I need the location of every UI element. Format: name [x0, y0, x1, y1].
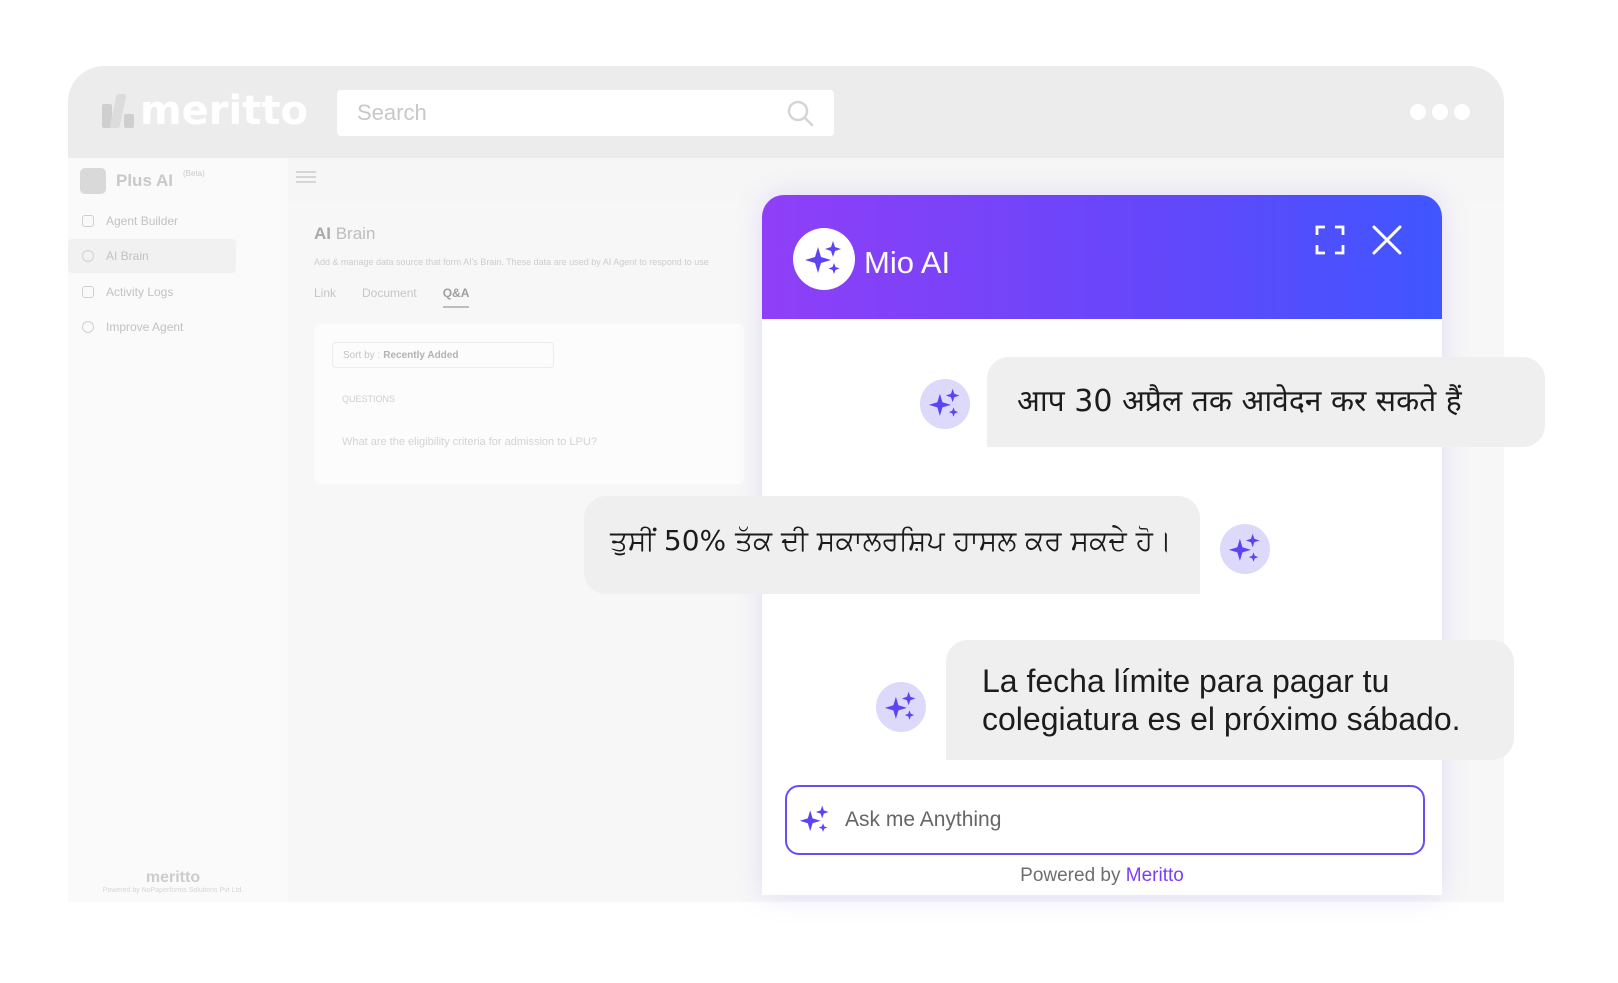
tab-document[interactable]: Document	[362, 286, 417, 308]
sidebar-footer: meritto Powered by NoPaperforms Solution…	[88, 869, 258, 894]
sparkle-icon	[1228, 533, 1260, 562]
chat-message: ਤੁਸੀਂ 50% ਤੱਕ ਦੀ ਸਕਾਲਰਸ਼ਿਪ ਹਾਸਲ ਕਰ ਸਕਦੇ …	[584, 496, 1200, 594]
page-title: AI Brain	[314, 224, 376, 243]
chat-title: Mio AI	[864, 245, 951, 280]
sidebar-item-ai-brain[interactable]: AI Brain	[68, 239, 236, 273]
sparkle-icon	[805, 241, 841, 274]
message-text: आप 30 अप्रैल तक आवेदन कर सकते हैं	[1017, 384, 1462, 419]
question-item[interactable]: What are the eligibility criteria for ad…	[342, 436, 597, 448]
chat-input-placeholder: Ask me Anything	[845, 808, 1002, 831]
search-input[interactable]: Search	[337, 90, 834, 136]
powered-brand-link[interactable]: Meritto	[1126, 865, 1184, 886]
tab-qa[interactable]: Q&A	[442, 286, 470, 308]
expand-icon[interactable]	[1313, 223, 1347, 257]
sidebar-header: Plus AI (Beta)	[80, 168, 205, 194]
powered-by: Powered by Meritto	[762, 865, 1442, 887]
globe-icon	[82, 250, 94, 262]
powered-prefix: Powered by	[1020, 865, 1126, 886]
sidebar-item-label: Improve Agent	[106, 320, 184, 334]
message-text: La fecha límite para pagar tu colegiatur…	[982, 663, 1461, 737]
more-dots-icon[interactable]	[1410, 104, 1470, 120]
bot-avatar	[920, 379, 970, 429]
sidebar-item-label: Activity Logs	[106, 285, 174, 299]
close-icon[interactable]	[1370, 223, 1404, 257]
chat-message: La fecha límite para pagar tu colegiatur…	[946, 640, 1514, 760]
sidebar-item-label: AI Brain	[106, 249, 149, 263]
sidebar-item-improve-agent[interactable]: Improve Agent	[68, 310, 236, 344]
source-tabs: Link Document Q&A	[314, 286, 470, 308]
sort-dropdown[interactable]: Sort by : Recently Added	[332, 342, 554, 368]
beta-badge: (Beta)	[183, 168, 205, 178]
log-icon	[82, 286, 94, 298]
message-text: ਤੁਸੀਂ 50% ਤੱਕ ਦੀ ਸਕਾਲਰਸ਼ਿਪ ਹਾਸਲ ਕਰ ਸਕਦੇ …	[610, 524, 1172, 557]
chat-input[interactable]: Ask me Anything	[785, 785, 1425, 855]
hamburger-icon[interactable]	[296, 168, 316, 186]
bot-avatar	[1220, 524, 1270, 574]
mio-ai-avatar	[793, 228, 855, 290]
sidebar-title: Plus AI	[116, 171, 173, 190]
meritto-logo: meritto	[102, 88, 308, 134]
search-icon[interactable]	[786, 99, 814, 127]
plus-ai-icon	[80, 168, 106, 194]
meritto-logo-text: meritto	[140, 88, 308, 134]
footer-text: Powered by NoPaperforms Solutions Pvt Lt…	[102, 887, 244, 894]
bot-avatar	[876, 682, 926, 732]
brain-icon	[82, 321, 94, 333]
questions-header: QUESTIONS	[342, 394, 396, 404]
browser-top-bar: meritto Search	[68, 66, 1504, 158]
sort-prefix: Sort by :	[343, 349, 381, 361]
sidebar-item-agent-builder[interactable]: Agent Builder	[68, 204, 236, 238]
meritto-logo-mark	[102, 94, 136, 128]
qa-card: Sort by : Recently Added QUESTIONS What …	[314, 324, 744, 484]
footer-logo: meritto	[145, 869, 201, 886]
sidebar: Plus AI (Beta) Agent Builder AI Brain Ac…	[68, 158, 288, 902]
search-placeholder: Search	[357, 100, 427, 125]
sparkle-icon	[799, 805, 829, 832]
sparkle-icon	[884, 691, 916, 720]
sparkle-icon	[928, 388, 960, 417]
sidebar-item-label: Agent Builder	[106, 214, 179, 228]
grid-icon	[82, 215, 94, 227]
chat-header: Mio AI	[762, 195, 1442, 319]
sidebar-item-activity-logs[interactable]: Activity Logs	[68, 275, 236, 309]
page-subtitle: Add & manage data source that form AI's …	[314, 257, 709, 267]
chat-message: आप 30 अप्रैल तक आवेदन कर सकते हैं	[987, 357, 1545, 447]
sort-value: Recently Added	[383, 349, 459, 361]
tab-link[interactable]: Link	[314, 286, 336, 308]
